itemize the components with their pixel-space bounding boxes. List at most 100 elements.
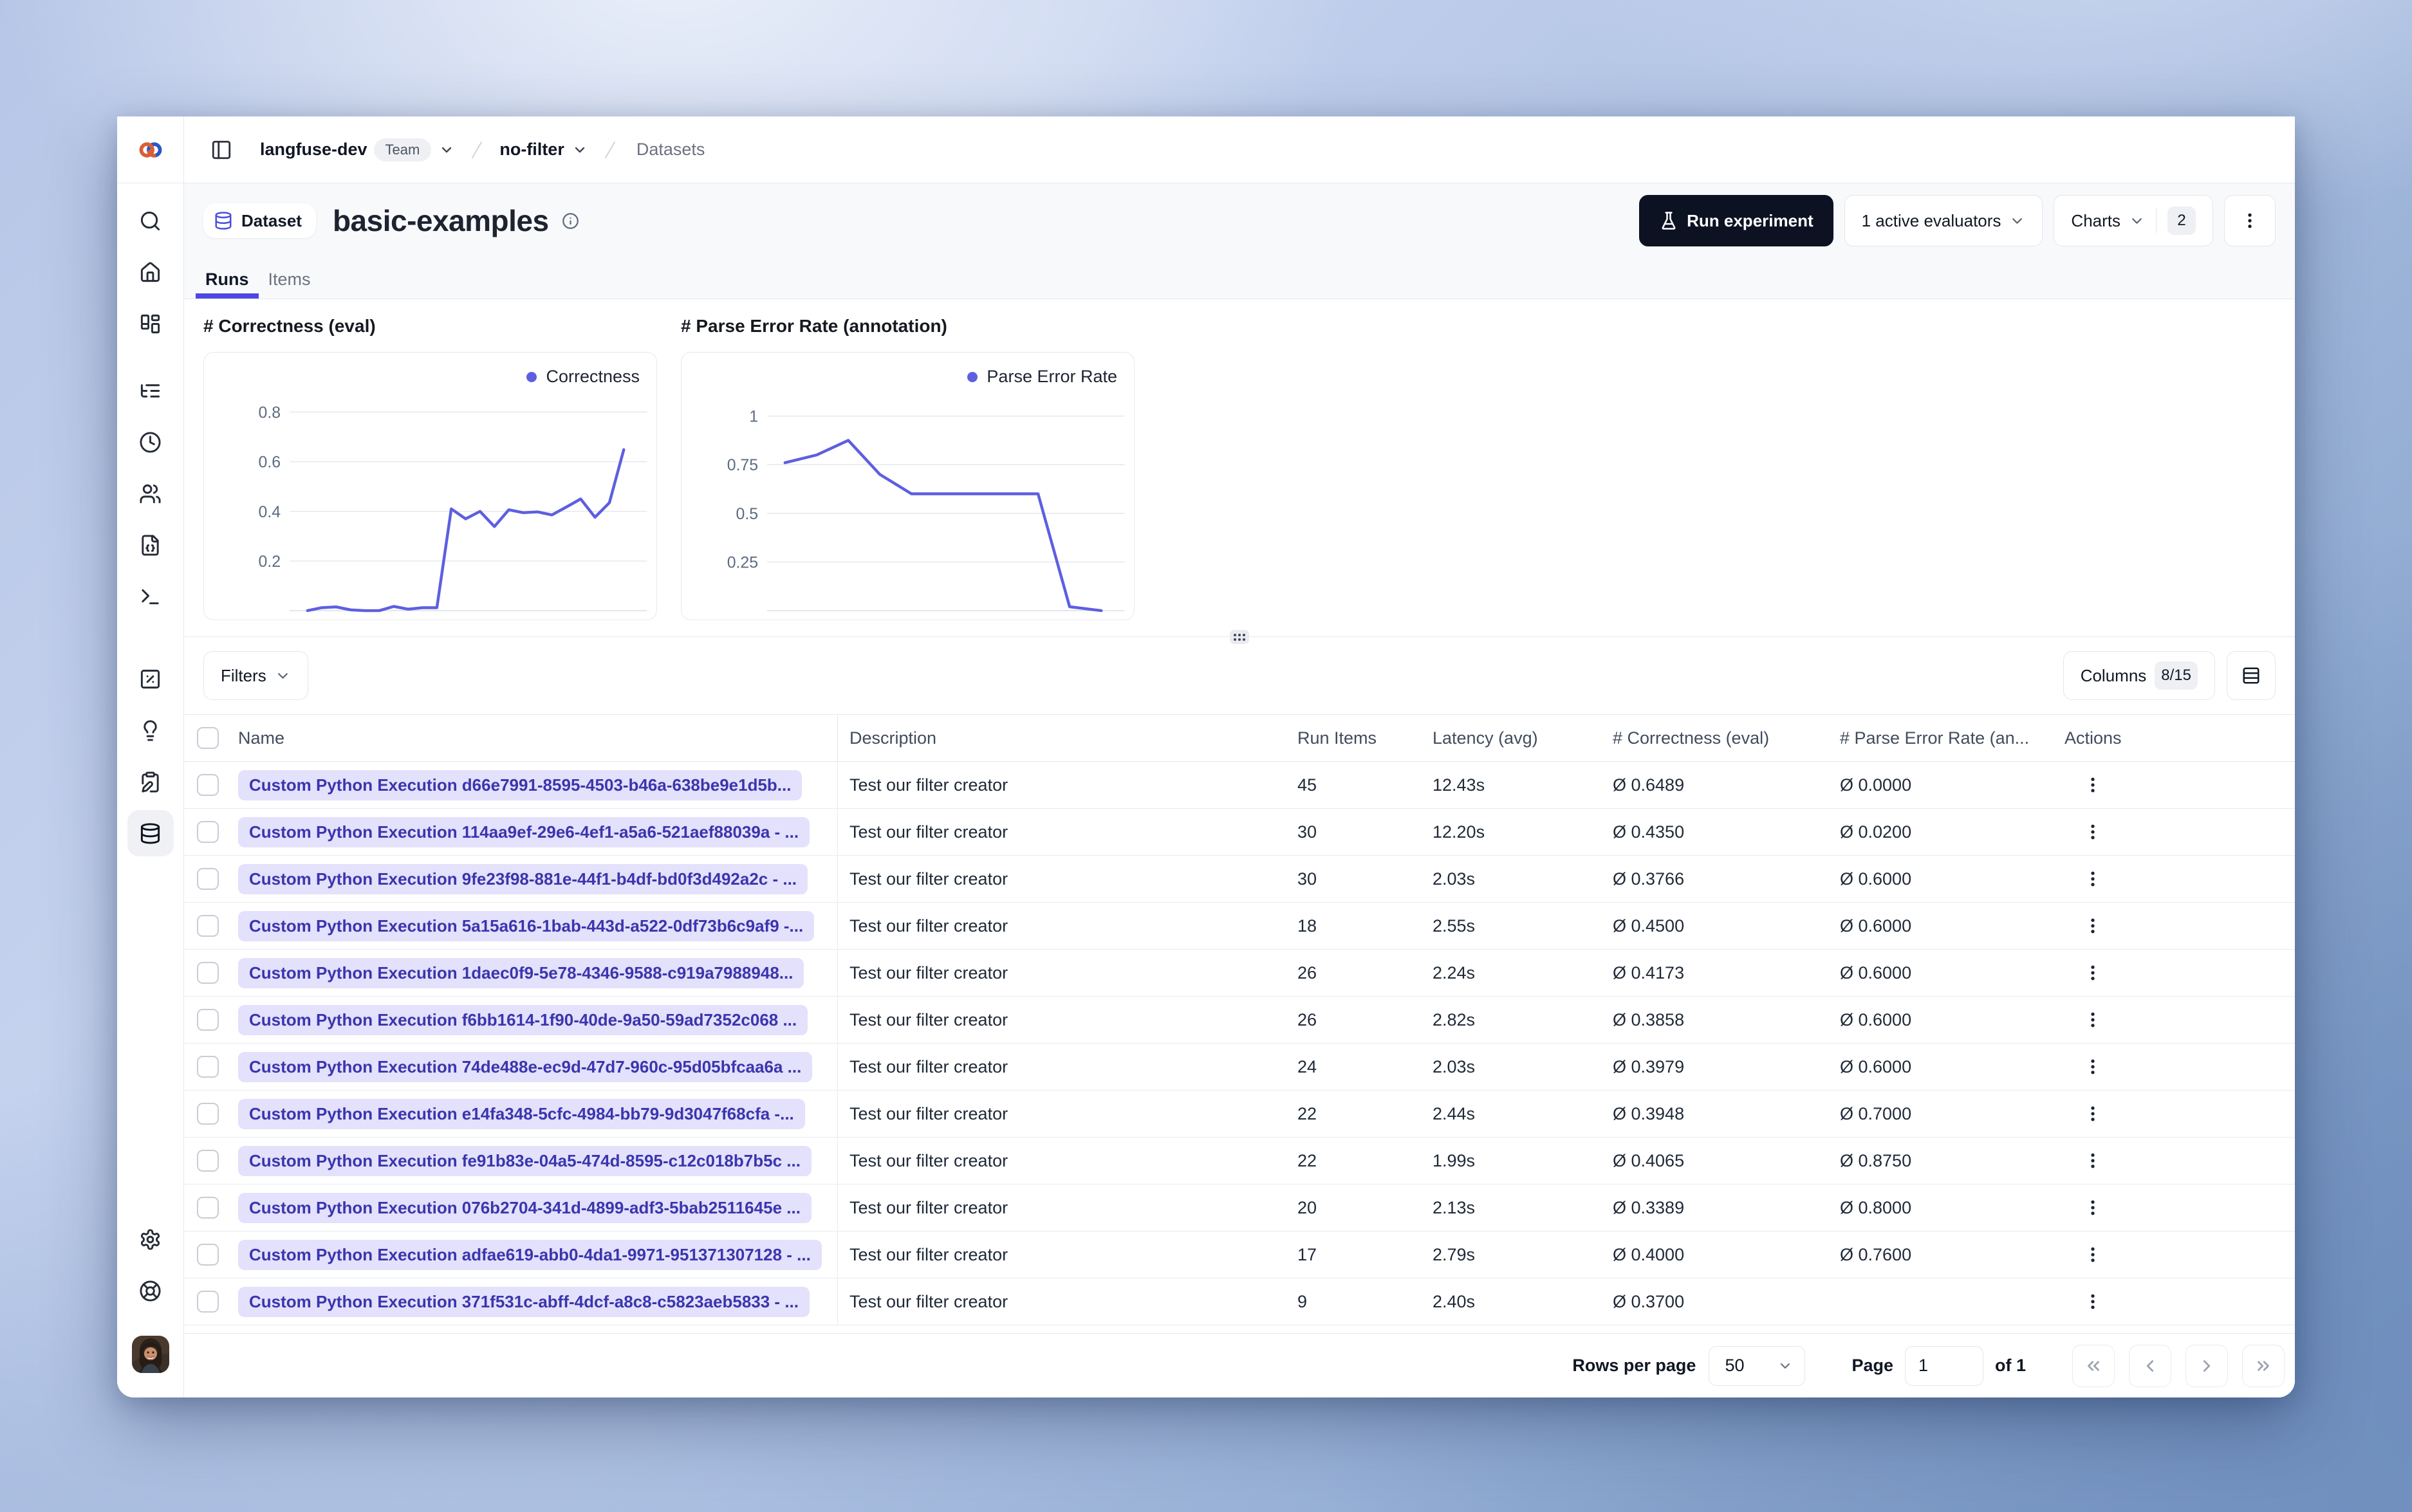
chart-card-parse-error-rate: 0.25 0.5 0.75 1 Parse Error Rate: [681, 352, 1135, 620]
tab-items[interactable]: Items: [259, 270, 320, 299]
row-actions-button[interactable]: [2080, 819, 2106, 845]
row-checkbox[interactable]: [197, 1056, 219, 1078]
column-header-run-items[interactable]: Run Items: [1287, 728, 1422, 748]
more-vertical-icon: [2091, 1294, 2095, 1309]
more-vertical-icon: [2248, 213, 2252, 228]
run-name-badge[interactable]: Custom Python Execution 076b2704-341d-48…: [238, 1192, 812, 1223]
sidebar-item-settings-gear[interactable]: [127, 1216, 174, 1262]
more-menu-button[interactable]: [2224, 195, 2276, 246]
run-items-count: 18: [1297, 916, 1317, 936]
run-name-badge[interactable]: Custom Python Execution f6bb1614-1f90-40…: [238, 1004, 808, 1035]
run-items-count: 30: [1297, 869, 1317, 889]
flask-icon: [1662, 212, 1676, 230]
run-name-badge[interactable]: Custom Python Execution fe91b83e-04a5-47…: [238, 1145, 812, 1176]
column-header-latency[interactable]: Latency (avg): [1422, 728, 1602, 748]
run-name-badge[interactable]: Custom Python Execution 74de488e-ec9d-47…: [238, 1051, 813, 1082]
sidebar-item-support-lifebuoy[interactable]: [127, 1268, 174, 1314]
row-checkbox[interactable]: [197, 1009, 219, 1031]
tab-runs[interactable]: Runs: [196, 270, 259, 299]
table-row: Custom Python Execution fe91b83e-04a5-47…: [184, 1138, 2295, 1185]
column-header-name[interactable]: Name: [228, 715, 838, 761]
run-experiment-button[interactable]: Run experiment: [1639, 195, 1833, 246]
column-header-parse-error-rate[interactable]: # Parse Error Rate (an...: [1828, 728, 2046, 748]
row-actions-button[interactable]: [2080, 1101, 2106, 1127]
legend-dot: [967, 371, 978, 382]
topbar: langfuse-dev Team no-filter Datasets: [184, 116, 2295, 183]
sidebar-item-datasets-database[interactable]: [127, 810, 174, 856]
row-checkbox[interactable]: [197, 1244, 219, 1266]
chart-card-correctness: 0.2 0.4 0.6 0.8 Correctness: [203, 352, 657, 620]
run-name-badge[interactable]: Custom Python Execution 9fe23f98-881e-44…: [238, 863, 808, 894]
breadcrumb-section[interactable]: Datasets: [636, 140, 705, 160]
sidebar-item-sessions-clock[interactable]: [127, 419, 174, 465]
info-icon[interactable]: [562, 212, 579, 230]
row-checkbox[interactable]: [197, 821, 219, 843]
sidebar-item-scores-percent[interactable]: [127, 656, 174, 702]
row-checkbox[interactable]: [197, 774, 219, 796]
page-number-input[interactable]: [1904, 1345, 1983, 1386]
user-avatar[interactable]: [131, 1336, 169, 1373]
row-checkbox[interactable]: [197, 915, 219, 937]
charts-button[interactable]: Charts 2: [2054, 195, 2213, 246]
row-actions-button[interactable]: [2080, 913, 2106, 939]
run-name-badge[interactable]: Custom Python Execution adfae619-abb0-4d…: [238, 1239, 822, 1270]
row-checkbox[interactable]: [197, 1150, 219, 1172]
resize-grip-handle[interactable]: [1230, 630, 1249, 644]
legend-label: Parse Error Rate: [987, 367, 1117, 386]
page-of-label: of 1: [1994, 1356, 2026, 1375]
row-actions-button[interactable]: [2080, 772, 2106, 798]
dataset-entity-label: Dataset: [241, 210, 302, 230]
row-actions-button[interactable]: [2080, 1195, 2106, 1221]
run-description: Test our filter creator: [849, 869, 1008, 889]
select-all-checkbox[interactable]: [197, 727, 219, 749]
run-name-badge[interactable]: Custom Python Execution e14fa348-5cfc-49…: [238, 1098, 805, 1129]
active-evaluators-button[interactable]: 1 active evaluators: [1844, 195, 2043, 246]
row-actions-button[interactable]: [2080, 1148, 2106, 1174]
row-checkbox[interactable]: [197, 1197, 219, 1219]
next-page-button[interactable]: [2185, 1344, 2228, 1387]
run-name-badge[interactable]: Custom Python Execution 114aa9ef-29e6-4e…: [238, 816, 810, 847]
run-name-badge[interactable]: Custom Python Execution d66e7991-8595-45…: [238, 770, 802, 800]
previous-page-button[interactable]: [2129, 1344, 2171, 1387]
table-row: Custom Python Execution 076b2704-341d-48…: [184, 1185, 2295, 1231]
more-vertical-icon: [2091, 1012, 2095, 1028]
breadcrumb-org[interactable]: langfuse-dev Team: [260, 138, 454, 161]
column-header-description[interactable]: Description: [838, 728, 1287, 748]
sidebar-item-users[interactable]: [127, 470, 174, 517]
datasets-database-icon: [140, 822, 160, 844]
first-page-button[interactable]: [2072, 1344, 2115, 1387]
row-actions-button[interactable]: [2080, 866, 2106, 892]
run-name-badge[interactable]: Custom Python Execution 371f531c-abff-4d…: [238, 1286, 810, 1317]
columns-button[interactable]: Columns 8/15: [2063, 651, 2215, 700]
row-actions-button[interactable]: [2080, 1242, 2106, 1268]
row-actions-button[interactable]: [2080, 960, 2106, 986]
charts-label: Charts: [2071, 210, 2120, 230]
row-height-button[interactable]: [2227, 651, 2276, 700]
sidebar-item-annotation-clipboard[interactable]: [127, 759, 174, 805]
row-actions-button[interactable]: [2080, 1289, 2106, 1314]
sidebar-item-home[interactable]: [127, 249, 174, 295]
sidebar-item-prompts-file[interactable]: [127, 522, 174, 568]
run-name-badge[interactable]: Custom Python Execution 5a15a616-1bab-44…: [238, 910, 815, 941]
page-title: basic-examples: [332, 204, 549, 237]
row-checkbox[interactable]: [197, 1291, 219, 1313]
breadcrumb-project[interactable]: no-filter: [499, 140, 588, 160]
sidebar-item-search[interactable]: [127, 198, 174, 244]
row-checkbox[interactable]: [197, 1103, 219, 1125]
rows-per-page-select[interactable]: 50: [1709, 1345, 1806, 1386]
run-latency: 2.55s: [1433, 916, 1476, 936]
last-page-button[interactable]: [2242, 1344, 2285, 1387]
filters-button[interactable]: Filters: [203, 651, 308, 700]
column-header-correctness[interactable]: # Correctness (eval): [1602, 728, 1828, 748]
row-checkbox[interactable]: [197, 868, 219, 890]
row-actions-button[interactable]: [2080, 1007, 2106, 1033]
sidebar-item-dashboard[interactable]: [127, 300, 174, 347]
sidebar-item-tracing-tree[interactable]: [127, 367, 174, 414]
sidebar-item-playground-terminal[interactable]: [127, 573, 174, 620]
langfuse-logo[interactable]: [117, 116, 183, 183]
sidebar-item-judge-lightbulb[interactable]: [127, 707, 174, 753]
row-actions-button[interactable]: [2080, 1054, 2106, 1080]
sidebar-toggle-button[interactable]: [207, 136, 236, 164]
row-checkbox[interactable]: [197, 962, 219, 984]
run-name-badge[interactable]: Custom Python Execution 1daec0f9-5e78-43…: [238, 957, 804, 988]
